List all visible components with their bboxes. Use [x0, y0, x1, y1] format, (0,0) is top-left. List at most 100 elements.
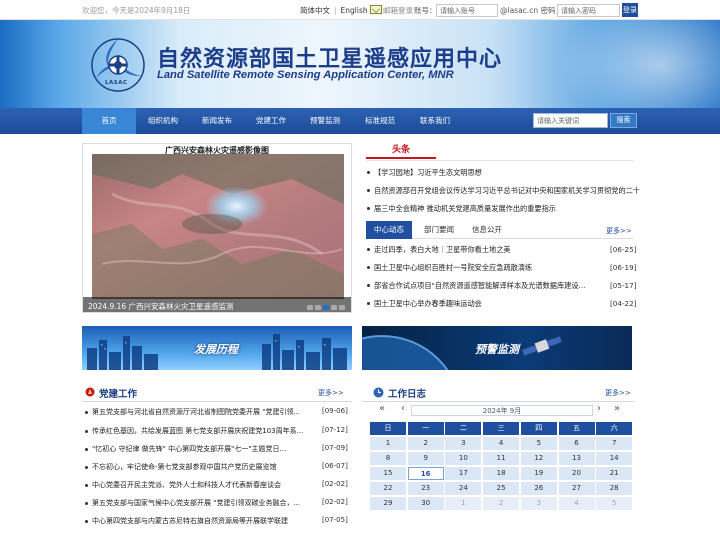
- slider-dot[interactable]: [331, 305, 337, 310]
- nav-item-home[interactable]: 首页: [82, 108, 136, 134]
- calendar-day[interactable]: 12: [520, 452, 557, 465]
- calendar-weekday-header: 五: [558, 422, 595, 435]
- calendar-day[interactable]: 2: [407, 437, 444, 450]
- calendar-day[interactable]: 26: [520, 482, 557, 495]
- headline-item-continued[interactable]: 届三中全会精神 推动机关党建高质量发展作出的重要指示: [367, 204, 556, 214]
- calendar-day[interactable]: 10: [445, 452, 482, 465]
- calendar-day[interactable]: 22: [370, 482, 406, 495]
- party-item-title[interactable]: 中心党委召开民主党派、党外人士和科技人才代表新春座谈会: [92, 480, 318, 490]
- login-button[interactable]: 登录: [622, 3, 638, 17]
- party-item-title[interactable]: 传承红色基因，共绘发展蓝图 第七党支部开展庆祝建党103周年系...: [92, 426, 318, 436]
- history-banner[interactable]: 发展历程: [82, 326, 352, 370]
- calendar-day[interactable]: 1: [370, 437, 406, 450]
- news-item[interactable]: 走过四季，表白大地｜卫星带你看土地之美: [367, 245, 604, 255]
- calendar-day[interactable]: 13: [558, 452, 595, 465]
- calendar-day[interactable]: 1: [445, 497, 482, 510]
- calendar-day[interactable]: 20: [558, 467, 595, 480]
- lasac-logo-icon[interactable]: [85, 32, 151, 98]
- nav-item-party[interactable]: 党建工作: [244, 108, 298, 134]
- next-month-icon[interactable]: ›: [597, 403, 601, 414]
- party-more-link[interactable]: 更多>>: [318, 388, 344, 398]
- top-bar: 欢迎您，今天是2024年9月18日 简体中文 | English 邮箱登录 账号： …: [0, 0, 720, 20]
- news-item[interactable]: 部省合作试点项目"自然资源遥感智能解译样本及光谱数据库建设...: [367, 281, 604, 291]
- calendar-day[interactable]: 3: [445, 437, 482, 450]
- lang-chinese-link[interactable]: 简体中文: [300, 6, 330, 15]
- calendar-day[interactable]: 17: [445, 467, 482, 480]
- site-search-input[interactable]: [533, 113, 608, 128]
- monitoring-banner[interactable]: 预警监测: [362, 326, 632, 370]
- monitoring-banner-label[interactable]: 预警监测: [475, 341, 519, 357]
- header-banner: LASAC 自然资源部国土卫星遥感应用中心 Land Satellite Rem…: [0, 20, 720, 108]
- headline-item[interactable]: 【学习园地】习近平生态文明思想: [367, 168, 482, 178]
- calendar-day[interactable]: 7: [596, 437, 633, 450]
- lang-english-link[interactable]: English: [341, 6, 368, 15]
- history-banner-label[interactable]: 发展历程: [194, 341, 238, 357]
- calendar-day[interactable]: 4: [558, 497, 595, 510]
- slider-dot[interactable]: [315, 305, 321, 310]
- prev-year-icon[interactable]: «: [379, 403, 385, 414]
- news-item-title[interactable]: 国土卫星中心举办春季趣味运动会: [374, 299, 604, 309]
- calendar-day[interactable]: 8: [370, 452, 406, 465]
- nav-item-standards[interactable]: 标准规范: [353, 108, 407, 134]
- calendar-day[interactable]: 19: [520, 467, 557, 480]
- calendar-day[interactable]: 14: [596, 452, 633, 465]
- nav-item-contact[interactable]: 联系我们: [408, 108, 462, 134]
- tab-center-news[interactable]: 中心动态: [366, 221, 412, 239]
- calendar-day[interactable]: 24: [445, 482, 482, 495]
- headline-item[interactable]: 自然资源部召开党组会议传达学习习近平总书记对中央和国家机关学习贯彻党的二十: [367, 186, 640, 196]
- calendar-day[interactable]: 5: [520, 437, 557, 450]
- calendar-day[interactable]: 27: [558, 482, 595, 495]
- calendar-day[interactable]: 2: [483, 497, 520, 510]
- headline-tab[interactable]: 头条: [366, 142, 436, 159]
- slider-dot-active[interactable]: [323, 305, 329, 310]
- calendar-day[interactable]: 23: [407, 482, 444, 495]
- worklog-more-link[interactable]: 更多>>: [605, 388, 631, 398]
- calendar-day[interactable]: 5: [596, 497, 633, 510]
- mail-login-link[interactable]: 邮箱登录: [383, 5, 413, 16]
- party-item-date: [07-12]: [322, 426, 348, 434]
- calendar-day[interactable]: 30: [407, 497, 444, 510]
- calendar-day[interactable]: 4: [483, 437, 520, 450]
- calendar-day[interactable]: 28: [596, 482, 633, 495]
- party-item-title[interactable]: 第五党支部与河北省自然资源厅河北省制图院党委开展 "党建引领...: [92, 407, 318, 417]
- news-item-title[interactable]: 国土卫星中心组织百胜村一号院安全应急疏散演练: [374, 263, 604, 273]
- news-item-title[interactable]: 部省合作试点项目"自然资源遥感智能解译样本及光谱数据库建设...: [374, 281, 604, 291]
- news-item-title[interactable]: 走过四季，表白大地｜卫星带你看土地之美: [374, 245, 604, 255]
- slider-dot[interactable]: [307, 305, 313, 310]
- calendar-day[interactable]: 18: [483, 467, 520, 480]
- password-input[interactable]: [557, 4, 620, 17]
- party-item-title[interactable]: "忆初心 守纪律 做先锋" 中心第四党支部开展"七一"主题党日...: [92, 444, 318, 454]
- party-item-title[interactable]: 不忘初心，牢记使命-第七党支部参观中国共产党历史展览馆: [92, 462, 318, 472]
- party-item-date: [07-09]: [322, 444, 348, 452]
- news-more-link[interactable]: 更多>>: [606, 226, 632, 236]
- calendar-day-today[interactable]: 16: [407, 467, 444, 480]
- satellite-image[interactable]: [92, 154, 344, 299]
- slider-dots: [305, 303, 345, 312]
- calendar-day[interactable]: 9: [407, 452, 444, 465]
- calendar-day[interactable]: 11: [483, 452, 520, 465]
- tab-public-info[interactable]: 信息公开: [464, 221, 510, 239]
- tab-ministry-news[interactable]: 部门要闻: [416, 221, 462, 239]
- nav-item-news[interactable]: 新闻发布: [190, 108, 244, 134]
- account-input[interactable]: [436, 4, 498, 17]
- calendar-day[interactable]: 6: [558, 437, 595, 450]
- next-year-icon[interactable]: »: [614, 403, 620, 414]
- party-item-date: [02-02]: [322, 480, 348, 488]
- party-item-title[interactable]: 第五党支部与国家气候中心党支部开展 "党建引领双碳业务融合，...: [92, 498, 318, 508]
- calendar-day[interactable]: 3: [520, 497, 557, 510]
- nav-item-monitoring[interactable]: 预警监测: [298, 108, 352, 134]
- nav-item-organization[interactable]: 组织机构: [136, 108, 190, 134]
- slider-dot[interactable]: [339, 305, 345, 310]
- slider-caption[interactable]: 2024.9.16 广西兴安森林火灾卫星遥感监测: [88, 301, 234, 312]
- calendar-day[interactable]: 21: [596, 467, 633, 480]
- news-item[interactable]: 国土卫星中心举办春季趣味运动会: [367, 299, 604, 309]
- calendar-day[interactable]: 29: [370, 497, 406, 510]
- site-search-button[interactable]: 搜索: [610, 113, 637, 128]
- image-slider[interactable]: 广西兴安森林火灾遥感影像图 2024.9.16 广西兴安森林火灾卫星遥感监测: [82, 143, 352, 313]
- calendar-day[interactable]: 15: [370, 467, 406, 480]
- mail-icon[interactable]: [370, 5, 382, 14]
- party-item-title[interactable]: 中心第四党支部与内蒙古苏尼特右旗自然资源局等开展联学联建: [92, 516, 318, 526]
- prev-month-icon[interactable]: ‹: [401, 403, 405, 414]
- calendar-day[interactable]: 25: [483, 482, 520, 495]
- news-item[interactable]: 国土卫星中心组织百胜村一号院安全应急疏散演练: [367, 263, 604, 273]
